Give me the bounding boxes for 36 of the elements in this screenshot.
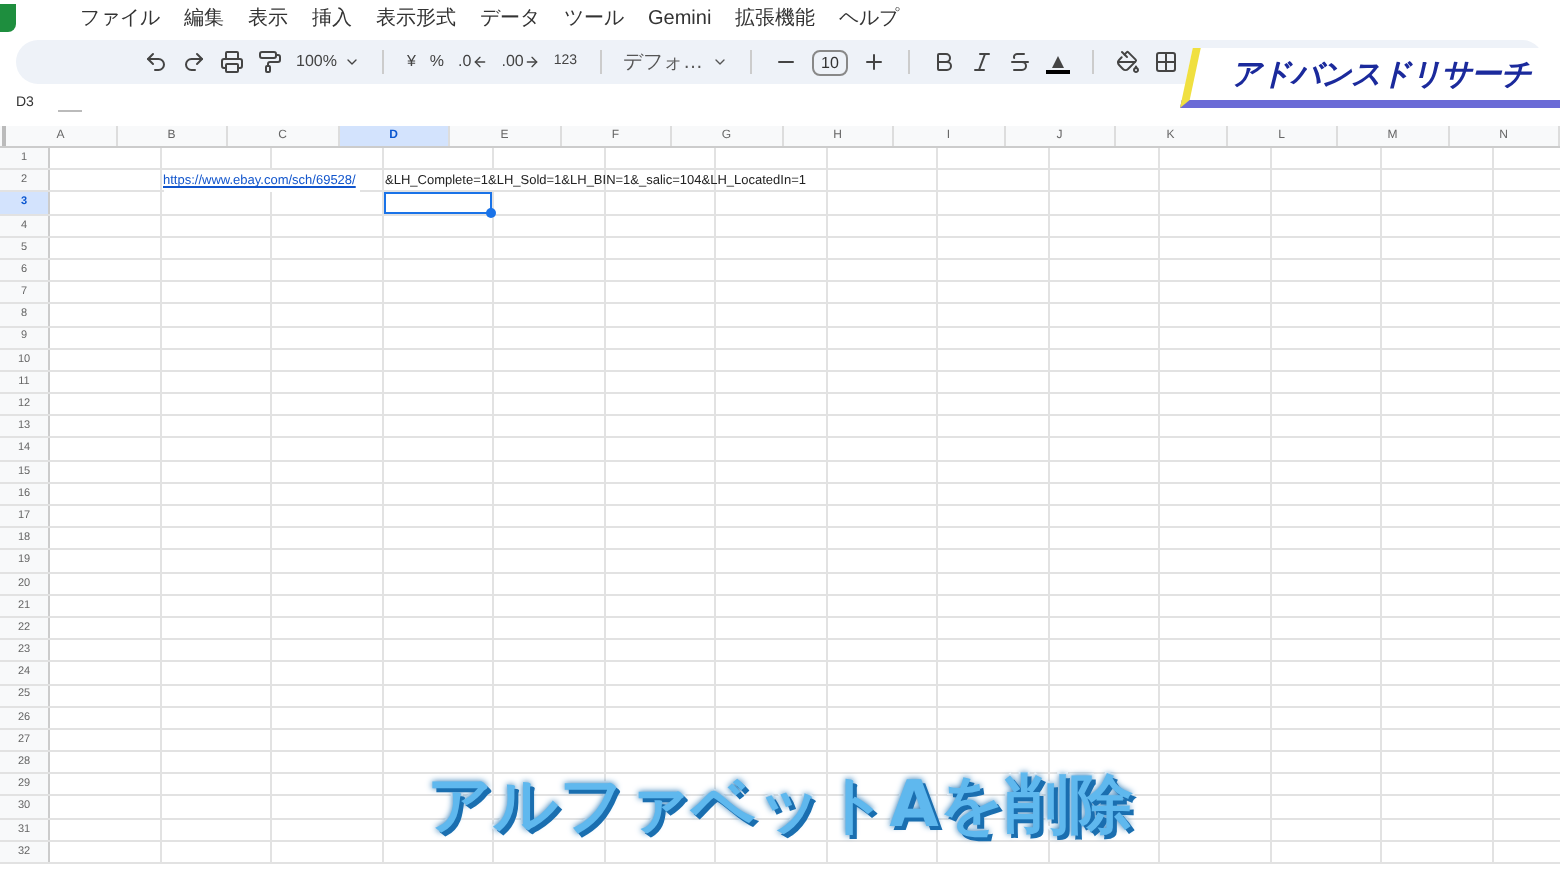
undo-icon[interactable] [144, 50, 168, 74]
caret-icon [711, 54, 728, 70]
decrease-decimal-button[interactable]: .0 [458, 50, 488, 74]
font-size-field[interactable]: 10 [811, 49, 849, 75]
spreadsheet-logo-icon[interactable] [0, 4, 16, 32]
printer-icon[interactable] [220, 50, 244, 74]
menu-item[interactable]: 挿入 [312, 3, 352, 33]
menu-item[interactable]: Gemini [648, 3, 712, 33]
increase-decimal-button[interactable]: .00 [501, 50, 540, 74]
caption: アルファベットAを削除 [427, 764, 1133, 846]
fill-handle[interactable] [486, 207, 496, 218]
redo-icon[interactable] [182, 50, 206, 74]
arrow-left-icon [471, 54, 488, 70]
strikethrough-icon[interactable] [1008, 50, 1033, 74]
plus-icon[interactable] [862, 50, 887, 74]
caret-icon [344, 54, 361, 70]
menu-item[interactable]: ファイル [80, 3, 160, 33]
menu-item[interactable]: 表示形式 [376, 3, 456, 33]
percent-button[interactable]: % [429, 50, 445, 74]
arrow-right-icon [523, 54, 540, 70]
font-dropdown[interactable]: デフォ… [623, 47, 728, 77]
italic-icon[interactable] [970, 50, 995, 74]
fill-color-icon[interactable] [1116, 50, 1141, 74]
video-title: アドバンスドリサーチ [1231, 53, 1532, 96]
menu-item[interactable]: ツール [564, 3, 624, 33]
zoom-dropdown[interactable]: 100% [296, 50, 361, 74]
paint-roller-icon[interactable] [258, 50, 282, 74]
menu-item[interactable]: 編集 [184, 3, 224, 33]
menu-item[interactable]: 表示 [248, 3, 288, 33]
menu-item[interactable]: 拡張機能 [735, 3, 816, 33]
active-cell[interactable] [383, 192, 492, 214]
bold-icon[interactable] [932, 50, 957, 74]
borders-icon[interactable] [1154, 50, 1179, 74]
menu-item[interactable]: ヘルプ [839, 3, 900, 33]
currency-button[interactable]: ¥ [406, 50, 416, 74]
menu-item[interactable]: データ [480, 3, 540, 33]
